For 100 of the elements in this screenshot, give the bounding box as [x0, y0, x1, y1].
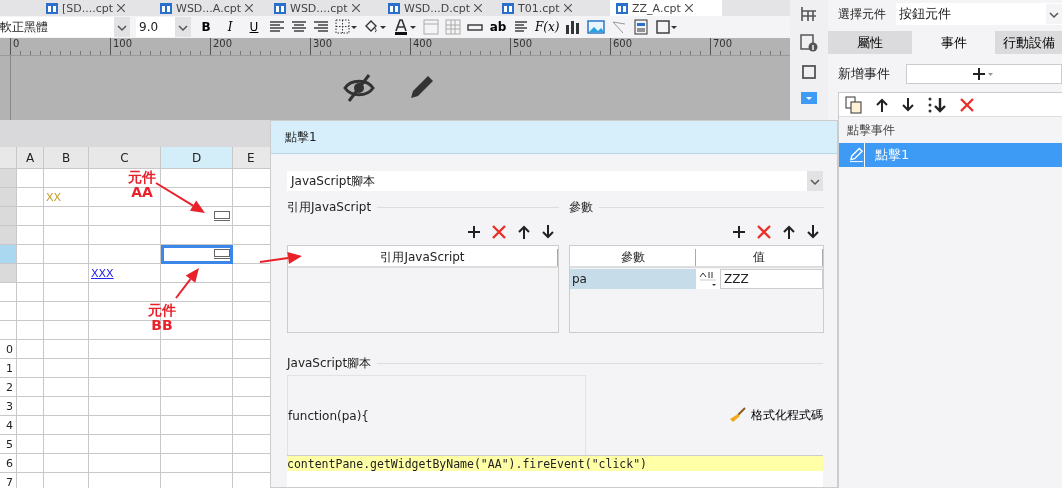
- row-header[interactable]: [0, 302, 17, 321]
- italic-button[interactable]: I: [221, 19, 239, 35]
- table-cell[interactable]: [89, 169, 161, 188]
- table-cell[interactable]: [89, 416, 161, 435]
- delete-icon[interactable]: [756, 224, 772, 240]
- font-size-select[interactable]: 9.0: [136, 17, 191, 37]
- border-icon[interactable]: [335, 19, 357, 35]
- table-cell[interactable]: [17, 435, 44, 454]
- table-cell[interactable]: [89, 207, 161, 226]
- table-cell[interactable]: [17, 169, 44, 188]
- table-cell[interactable]: [44, 207, 89, 226]
- table-cell[interactable]: [17, 359, 44, 378]
- image-icon[interactable]: [587, 19, 606, 35]
- table-cell[interactable]: [161, 378, 233, 397]
- table-cell[interactable]: [17, 264, 44, 283]
- table-cell[interactable]: [89, 435, 161, 454]
- table-cell[interactable]: [44, 435, 89, 454]
- table-cell[interactable]: [17, 207, 44, 226]
- table-cell[interactable]: [44, 321, 89, 340]
- table-cell[interactable]: [161, 435, 233, 454]
- type-picker-icon[interactable]: [696, 269, 720, 289]
- row-header[interactable]: 2: [0, 378, 17, 397]
- fill-color-icon[interactable]: [363, 19, 387, 35]
- font-select[interactable]: 軟正黑體: [0, 17, 130, 37]
- add-icon[interactable]: [467, 225, 481, 239]
- table-cell[interactable]: [17, 397, 44, 416]
- table-cell[interactable]: [17, 454, 44, 473]
- table-cell[interactable]: [44, 283, 89, 302]
- column-header[interactable]: B: [44, 147, 89, 169]
- table-cell[interactable]: [44, 169, 89, 188]
- table-cell[interactable]: [161, 359, 233, 378]
- close-icon[interactable]: [117, 4, 126, 12]
- code-editor[interactable]: [287, 471, 823, 487]
- table-cell[interactable]: [44, 378, 89, 397]
- close-icon[interactable]: [563, 4, 572, 12]
- align-center-icon[interactable]: [291, 19, 307, 35]
- table-cell[interactable]: XXX: [89, 264, 161, 283]
- file-tab[interactable]: ZZ_A.cpt: [610, 0, 722, 16]
- column-header[interactable]: A: [17, 147, 44, 169]
- row-header[interactable]: [0, 245, 17, 264]
- table-cell[interactable]: [44, 454, 89, 473]
- up-arrow-icon[interactable]: [517, 224, 531, 240]
- table-cell[interactable]: [44, 245, 89, 264]
- table-cell[interactable]: [44, 340, 89, 359]
- add-event-button[interactable]: [906, 64, 1062, 84]
- parameter-value-field[interactable]: ZZZ: [720, 269, 823, 289]
- table-cell[interactable]: [44, 359, 89, 378]
- underline-button[interactable]: U: [245, 19, 263, 35]
- delete-icon[interactable]: [491, 224, 507, 240]
- table-cell[interactable]: [161, 226, 233, 245]
- table-cell[interactable]: [17, 378, 44, 397]
- square-icon[interactable]: [801, 64, 817, 80]
- hidden-eye-icon[interactable]: [342, 73, 376, 103]
- row-header[interactable]: [0, 188, 17, 207]
- form-icon[interactable]: [633, 19, 650, 35]
- row-header[interactable]: 0: [0, 340, 17, 359]
- close-icon[interactable]: [351, 4, 360, 12]
- table-cell[interactable]: [89, 226, 161, 245]
- row-header[interactable]: [0, 207, 17, 226]
- table-cell[interactable]: [89, 378, 161, 397]
- table-info-icon[interactable]: [800, 34, 818, 52]
- formula-button[interactable]: F(x): [535, 19, 560, 35]
- table-cell[interactable]: [161, 245, 233, 264]
- table-cell[interactable]: [89, 245, 161, 264]
- table-cell[interactable]: [89, 302, 161, 321]
- component-select[interactable]: 按鈕元件: [896, 3, 1062, 25]
- table-cell[interactable]: [44, 416, 89, 435]
- up-arrow-icon[interactable]: [782, 224, 796, 240]
- table-cell[interactable]: [89, 454, 161, 473]
- panel-tab[interactable]: 屬性: [828, 31, 912, 54]
- table-cell[interactable]: [89, 397, 161, 416]
- bold-button[interactable]: B: [197, 19, 215, 35]
- table-cell[interactable]: [161, 454, 233, 473]
- text-widget-button[interactable]: ab: [489, 19, 507, 35]
- table-cell[interactable]: [17, 321, 44, 340]
- table-cell[interactable]: [44, 264, 89, 283]
- table-cell[interactable]: [161, 416, 233, 435]
- table-cell[interactable]: [89, 188, 161, 207]
- table-cell[interactable]: [89, 340, 161, 359]
- grid-layout-icon[interactable]: [800, 6, 818, 22]
- align-left-icon[interactable]: [269, 19, 285, 35]
- table-cell[interactable]: [17, 340, 44, 359]
- row-header[interactable]: [0, 321, 17, 340]
- table-cell[interactable]: [44, 226, 89, 245]
- table-cell[interactable]: [161, 340, 233, 359]
- script-type-select[interactable]: JavaScript腳本: [287, 171, 823, 191]
- frame-icon[interactable]: [655, 19, 678, 35]
- table-cell[interactable]: [17, 226, 44, 245]
- down-arrow-icon[interactable]: [541, 224, 555, 240]
- table-cell[interactable]: [17, 188, 44, 207]
- bar-chart-icon[interactable]: [565, 19, 582, 35]
- delete-icon[interactable]: [959, 96, 975, 113]
- row-header[interactable]: 3: [0, 397, 17, 416]
- close-icon[interactable]: [245, 4, 253, 12]
- add-icon[interactable]: [732, 225, 746, 239]
- copy-icon[interactable]: [845, 95, 863, 114]
- link[interactable]: XXX: [91, 266, 114, 280]
- down-arrow-icon[interactable]: [901, 96, 915, 113]
- parameter-name[interactable]: pa: [570, 269, 696, 289]
- column-header[interactable]: D: [161, 147, 233, 169]
